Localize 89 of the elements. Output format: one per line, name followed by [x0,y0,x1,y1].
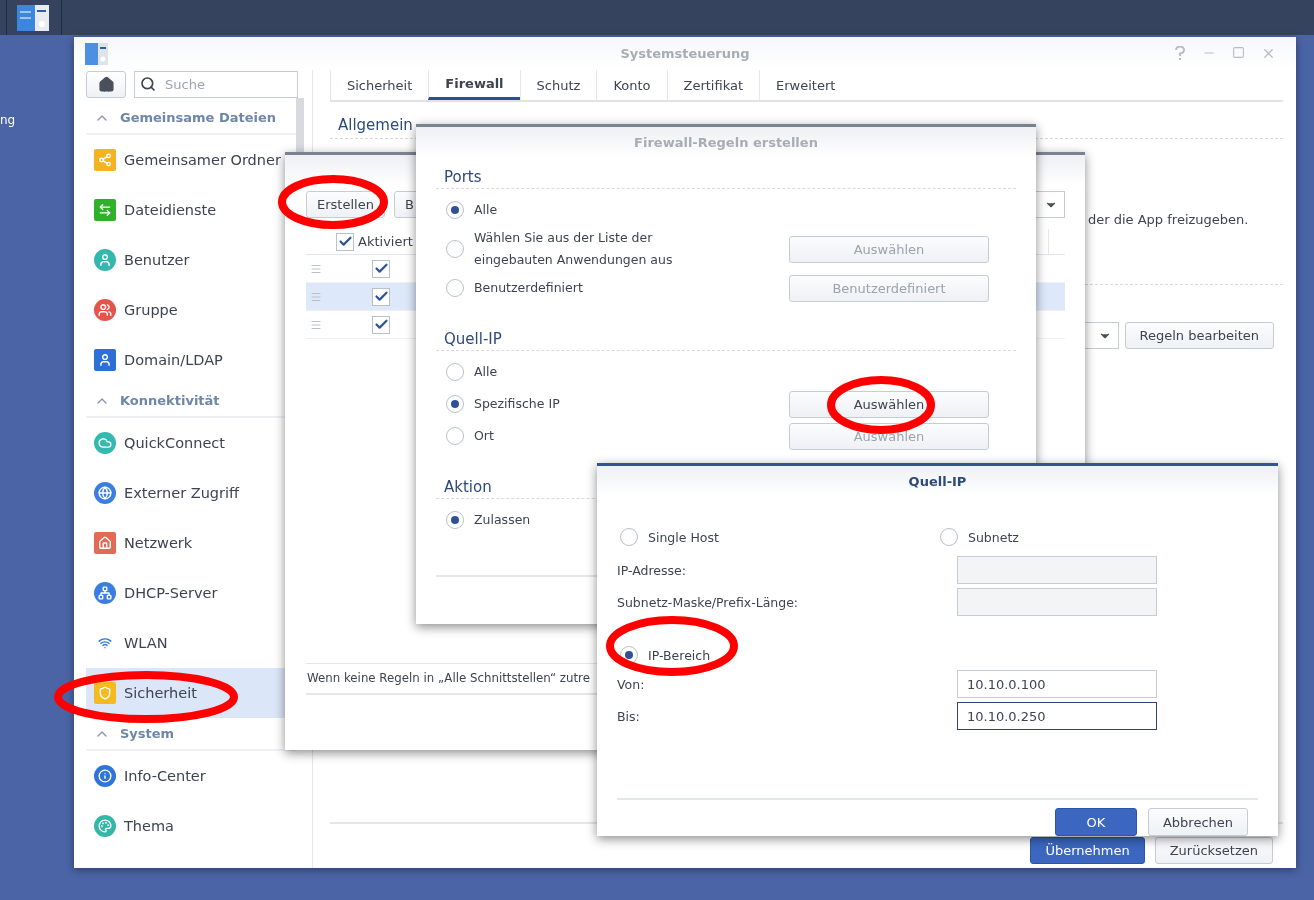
radio-label: Spezifische IP [474,395,560,413]
description-text: der die App freizugeben. [1088,212,1249,227]
section-heading[interactable]: System [120,726,175,741]
column-header[interactable]: Aktiviert [358,234,413,249]
sidebar-item[interactable]: Info-Center [86,751,312,801]
input-field[interactable]: 10.10.0.250 [957,702,1157,730]
search-field[interactable]: Suche [134,71,298,98]
radio-button[interactable] [446,279,464,297]
control-panel-icon[interactable] [17,4,51,31]
radio-button[interactable] [446,395,464,413]
desktop-icon-label[interactable]: ng [0,113,16,127]
checkbox[interactable] [372,287,390,306]
section-heading[interactable]: Gemeinsame Dateien [120,110,277,125]
search-icon [140,76,156,92]
home-button[interactable] [86,71,126,98]
help-icon[interactable] [1174,46,1186,60]
radio-label: Zulassen [474,511,531,529]
radio-label: Benutzerdefiniert [474,279,583,297]
shield-icon [94,682,116,704]
dialog-title: Quell-IP [908,473,967,489]
network-icon [94,582,116,604]
arrows-icon [94,199,116,221]
checkbox[interactable] [372,259,390,278]
footer-button[interactable]: Zurücksetzen [1154,837,1273,864]
user-icon [94,249,116,271]
home-icon [97,76,115,93]
radio-button[interactable] [446,363,464,381]
info-icon [94,765,116,787]
sidebar-item[interactable]: WLAN [86,618,312,668]
section-heading: Aktion [444,478,492,496]
group-icon [94,299,116,321]
sidebar-item[interactable]: Thema [86,801,312,851]
radio-label: Single Host [648,529,719,545]
radio-label: Alle [474,363,498,381]
radio-label: IP-Bereich [648,647,711,663]
field-label: Subnetz-Maske/Prefix-Länge: [617,594,800,610]
drag-handle-icon[interactable] [310,290,322,303]
section-heading: Ports [444,168,482,186]
sidebar-item[interactable]: Externer Zugriff [86,468,312,518]
tab[interactable]: Firewall [428,70,520,100]
section-heading: Quell-IP [444,330,502,348]
close-icon[interactable] [1261,46,1276,61]
dialog-button[interactable]: Abbrechen [1147,808,1248,836]
radio-button[interactable] [446,511,464,529]
sidebar-item[interactable]: Gemeinsamer Ordner [86,135,312,185]
radio-button[interactable] [446,240,464,258]
radio-button[interactable] [446,201,464,219]
field-label: Bis: [617,708,641,724]
contact-card-icon [94,349,116,371]
control-panel-icon [85,43,109,65]
dialog-button[interactable]: OK [1054,808,1137,836]
cloud-icon [94,432,116,454]
tab[interactable]: Sicherheit [330,70,429,100]
house-icon [94,532,116,554]
sidebar-item[interactable]: QuickConnect [86,418,312,468]
dialog-title: Firewall-Regeln erstellen [634,134,818,150]
edit-rules-button[interactable]: Regeln bearbeiten [1124,322,1274,349]
field-label: Von: [617,676,646,692]
footer-button[interactable]: Übernehmen [1030,837,1145,864]
radio-label: Wählen Sie aus der Liste der eingebauten Anwendungen aus [474,229,674,269]
radio-label: Subnetz [968,529,1019,545]
section-heading[interactable]: Konnektivität [120,393,220,408]
maximize-icon[interactable] [1232,46,1245,59]
tab[interactable]: Konto [596,70,667,100]
sidebar-item[interactable]: DHCP-Server [86,568,312,618]
select-button[interactable]: Auswählen [789,390,989,418]
sidebar-item[interactable]: Gruppe [86,285,312,335]
shared-folder-icon [94,149,116,171]
radio-label: Alle [474,201,498,219]
palette-icon [94,815,116,837]
input-field[interactable]: 10.10.0.100 [957,670,1157,698]
tab[interactable]: Zertifikat [666,70,760,100]
tab[interactable]: Erweitert [759,70,852,100]
radio-label: Ort [474,427,494,445]
window-title: Systemsteuerung [620,46,750,61]
sidebar-item[interactable]: Domain/LDAP [86,335,312,385]
radio-button[interactable] [940,528,958,546]
drag-handle-icon[interactable] [310,262,322,275]
section-heading: Allgemein [338,116,413,134]
drag-handle-icon[interactable] [310,318,322,331]
checkbox[interactable] [372,315,390,334]
sidebar-item[interactable]: Benutzer [86,235,312,285]
sidebar-item[interactable]: Netzwerk [86,518,312,568]
tab[interactable]: Schutz [519,70,597,100]
globe-icon [94,482,116,504]
radio-button[interactable] [620,528,638,546]
field-label: IP-Adresse: [617,562,687,578]
checkbox[interactable] [336,232,354,251]
radio-button[interactable] [446,427,464,445]
